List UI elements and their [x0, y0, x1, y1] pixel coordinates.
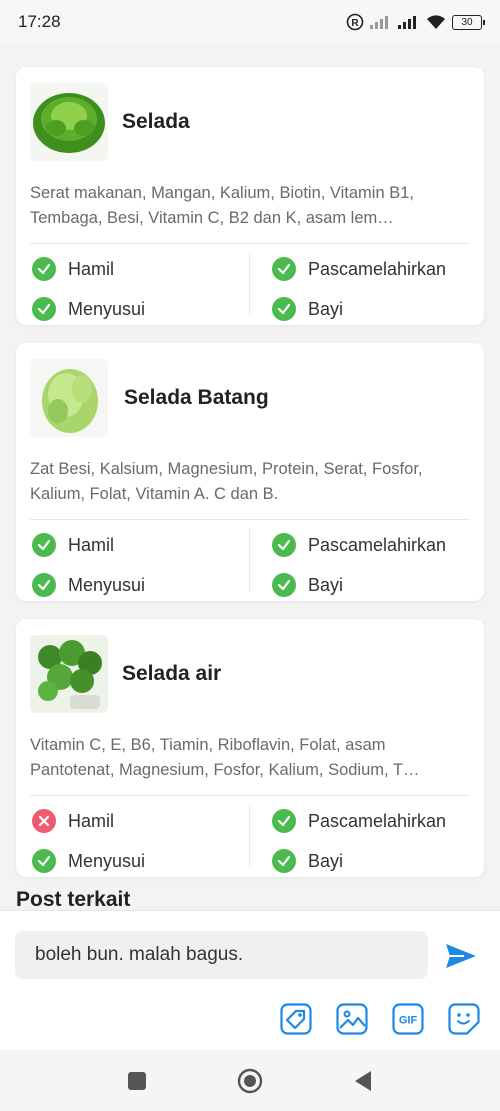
- status-pascamelahirkan: Pascamelahirkan: [272, 533, 446, 557]
- check-icon: [272, 573, 296, 597]
- check-icon: [32, 849, 56, 873]
- status-pascamelahirkan: Pascamelahirkan: [272, 809, 446, 833]
- comment-composer: boleh bun. malah bagus. GIF: [0, 910, 500, 1051]
- card-description: Zat Besi, Kalsium, Magnesium, Protein, S…: [30, 460, 423, 503]
- image-icon[interactable]: [336, 1003, 368, 1035]
- check-icon: [32, 573, 56, 597]
- status-grid: Hamil Pascamelahirkan Menyusui Bayi: [30, 520, 470, 600]
- status-hamil: Hamil: [32, 809, 114, 833]
- signal-icon-2: [398, 16, 416, 29]
- sticker-icon[interactable]: [448, 1003, 480, 1035]
- food-card[interactable]: Selada Serat makanan, Mangan, Kalium, Bi…: [16, 67, 484, 325]
- check-icon: [272, 849, 296, 873]
- check-icon: [272, 809, 296, 833]
- check-icon: [272, 257, 296, 281]
- status-menyusui: Menyusui: [32, 849, 145, 873]
- vertical-divider: [249, 252, 250, 316]
- card-title: Selada: [122, 110, 190, 133]
- status-hamil: Hamil: [32, 257, 114, 281]
- status-time: 17:28: [18, 12, 61, 31]
- vertical-divider: [249, 528, 250, 592]
- svg-text:GIF: GIF: [399, 1015, 418, 1027]
- check-icon: [272, 297, 296, 321]
- composer-toolbar: GIF: [280, 1003, 480, 1035]
- status-menyusui: Menyusui: [32, 573, 145, 597]
- recents-icon[interactable]: [127, 1071, 147, 1091]
- status-grid: Hamil Pascamelahirkan Menyusui Bayi: [30, 244, 470, 324]
- gif-icon[interactable]: GIF: [392, 1003, 424, 1035]
- card-description: Serat makanan, Mangan, Kalium, Biotin, V…: [30, 184, 414, 227]
- battery-icon: 30: [452, 14, 485, 30]
- comment-input[interactable]: boleh bun. malah bagus.: [15, 931, 428, 979]
- send-icon[interactable]: [444, 942, 478, 970]
- check-icon: [32, 257, 56, 281]
- check-icon: [32, 297, 56, 321]
- home-icon[interactable]: [237, 1068, 263, 1094]
- system-nav-bar: [0, 1050, 500, 1111]
- status-hamil: Hamil: [32, 533, 114, 557]
- vertical-divider: [249, 804, 250, 868]
- status-pascamelahirkan: Pascamelahirkan: [272, 257, 446, 281]
- watercress-image: [30, 635, 108, 713]
- card-title: Selada air: [122, 662, 222, 685]
- check-icon: [32, 533, 56, 557]
- status-bar: 17:28 R 30: [0, 0, 500, 44]
- food-card[interactable]: Selada Batang Zat Besi, Kalsium, Magnesi…: [16, 343, 484, 601]
- status-bayi: Bayi: [272, 297, 343, 321]
- back-icon[interactable]: [353, 1070, 373, 1092]
- card-description: Vitamin C, E, B6, Tiamin, Riboflavin, Fo…: [30, 736, 420, 779]
- section-title-post-terkait: Post terkait: [16, 888, 131, 911]
- registered-icon: R: [346, 13, 364, 31]
- lettuce-image: [30, 83, 108, 161]
- status-icons: R 30: [346, 13, 485, 31]
- celtuce-image: [30, 359, 108, 437]
- signal-icon: [370, 16, 388, 29]
- wifi-icon: [427, 15, 445, 29]
- food-card[interactable]: Selada air Vitamin C, E, B6, Tiamin, Rib…: [16, 619, 484, 877]
- status-menyusui: Menyusui: [32, 297, 145, 321]
- status-bayi: Bayi: [272, 849, 343, 873]
- svg-text:R: R: [351, 18, 359, 29]
- status-bayi: Bayi: [272, 573, 343, 597]
- card-title: Selada Batang: [124, 386, 269, 409]
- tag-icon[interactable]: [280, 1003, 312, 1035]
- status-grid: Hamil Pascamelahirkan Menyusui Bayi: [30, 796, 470, 876]
- cross-icon: [32, 809, 56, 833]
- check-icon: [272, 533, 296, 557]
